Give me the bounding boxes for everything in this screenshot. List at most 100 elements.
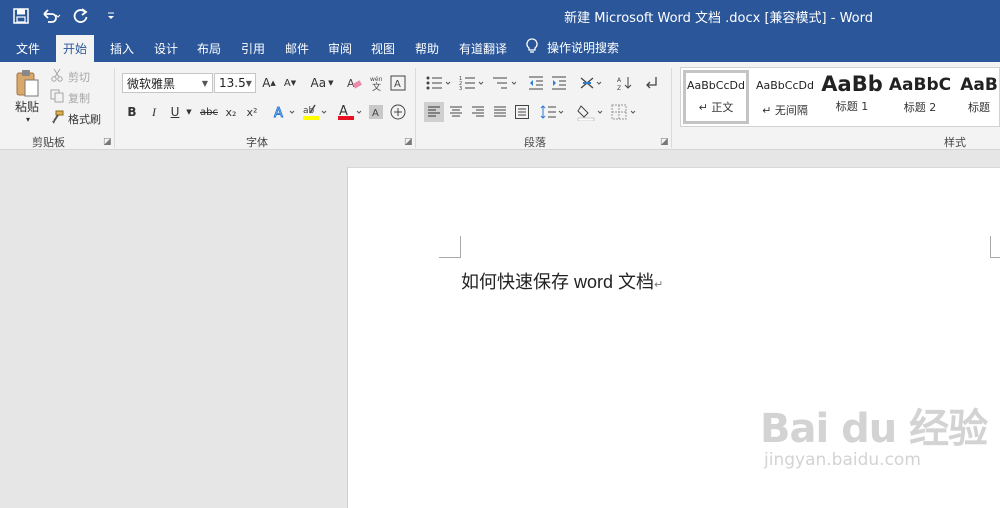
svg-text:3: 3 [459,86,462,91]
document-text-content: 如何快速保存 word 文档 [461,272,655,292]
increase-indent-icon[interactable] [550,73,568,93]
chevron-down-icon: ▼ [201,78,208,88]
document-canvas: 如何快速保存 word 文档↵ Bai du 经验 jingyan.baidu.… [0,151,1000,508]
copy-icon [50,89,64,106]
tell-me-label: 操作说明搜索 [547,41,620,55]
paste-dropdown-icon[interactable]: ▾ [20,114,36,124]
copy-button[interactable]: 复制 [50,89,90,106]
enclose-characters-icon[interactable] [389,103,407,121]
align-right-icon[interactable] [468,102,488,122]
bold-button[interactable]: B [124,103,140,121]
styles-gallery: AaBbCcDd ↵ 正文 AaBbCcDd ↵ 无间隔 AaBb 标题 1 A… [680,67,1000,127]
style-no-spacing[interactable]: AaBbCcDd ↵ 无间隔 [753,70,817,124]
lightbulb-icon [525,38,539,57]
copy-label: 复制 [68,91,90,105]
style-name: 标题 2 [903,101,937,114]
font-name-combo[interactable]: 微软雅黑 ▼ [122,73,213,93]
underline-button[interactable]: U [167,103,183,121]
cut-button[interactable]: 剪切 [50,68,90,85]
strikethrough-button[interactable]: abc [198,103,220,121]
svg-text:文: 文 [372,81,381,91]
subscript-button[interactable]: x₂ [222,103,240,121]
tab-view[interactable]: 视图 [364,35,402,62]
show-paragraph-marks-icon[interactable] [643,73,661,93]
line-spacing-icon[interactable] [539,102,567,122]
clipboard-launcher-icon[interactable]: ◪ [103,137,112,147]
tab-help[interactable]: 帮助 [408,35,446,62]
superscript-button[interactable]: x² [243,103,261,121]
style-title[interactable]: AaB 标题 [957,70,1000,124]
style-heading-2[interactable]: AaBbC 标题 2 [888,70,952,124]
character-shading-icon[interactable]: A [367,103,385,121]
chevron-down-icon: ▼ [245,78,252,88]
multilevel-list-icon[interactable] [491,73,521,93]
change-case-button[interactable]: Aa ▼ [308,74,336,92]
font-name-value: 微软雅黑 [127,76,176,91]
shading-icon[interactable] [576,102,606,122]
align-left-icon[interactable] [424,102,444,122]
sort-icon[interactable]: AZ [616,73,634,93]
paragraph-mark: ↵ [654,279,664,291]
svg-text:wén: wén [370,76,383,83]
tab-review[interactable]: 审阅 [321,35,359,62]
ribbon-tabs: 文件 开始 插入 设计 布局 引用 邮件 审阅 视图 帮助 有道翻译 操作说明搜… [0,32,1000,62]
style-normal[interactable]: AaBbCcDd ↵ 正文 [683,70,749,124]
chinese-layout-icon[interactable] [578,73,606,93]
svg-text:A: A [372,108,379,119]
underline-dropdown-icon[interactable]: ▼ [184,103,194,121]
style-name: 标题 1 [835,100,869,113]
decrease-indent-icon[interactable] [527,73,545,93]
grow-font-button[interactable]: A ▲ [261,74,277,92]
margin-corner-mark [990,236,1000,258]
style-name: ↵ 无间隔 [762,104,808,117]
title-bar: 新建 Microsoft Word 文档 .docx [兼容模式] - Word [0,0,1000,32]
tab-design[interactable]: 设计 [147,35,185,62]
save-icon[interactable] [10,5,32,27]
undo-icon[interactable] [40,5,62,27]
group-divider [415,68,416,148]
format-painter-label: 格式刷 [68,112,101,126]
justify-icon[interactable] [490,102,510,122]
tab-file[interactable]: 文件 [9,35,47,62]
borders-icon[interactable] [610,102,640,122]
tab-youdao-translate[interactable]: 有道翻译 [452,35,514,62]
tab-layout[interactable]: 布局 [190,35,228,62]
style-name: 标题 [968,101,990,114]
style-name: ↵ 正文 [698,101,734,114]
paragraph-group-label: 段落 [524,136,546,149]
tab-insert[interactable]: 插入 [103,35,141,62]
distributed-icon[interactable] [512,102,532,122]
font-color-icon[interactable]: A [335,103,365,121]
svg-text:A: A [617,77,622,84]
bullets-icon[interactable] [425,73,455,93]
paragraph-launcher-icon[interactable]: ◪ [660,137,669,147]
font-size-combo[interactable]: 13.5 ▼ [214,73,256,93]
document-text[interactable]: 如何快速保存 word 文档↵ [461,268,663,294]
quick-access-toolbar [10,5,122,27]
shrink-font-button[interactable]: A ▼ [282,74,298,92]
align-center-icon[interactable] [446,102,466,122]
tab-home[interactable]: 开始 [56,35,95,62]
style-heading-1[interactable]: AaBb 标题 1 [821,70,883,124]
numbering-icon[interactable]: 123 [458,73,488,93]
highlight-color-icon[interactable]: ab [300,103,330,121]
tab-references[interactable]: 引用 [234,35,272,62]
paintbrush-icon [50,110,64,127]
customize-qat-icon[interactable] [100,5,122,27]
font-launcher-icon[interactable]: ◪ [404,137,413,147]
font-group-label: 字体 [246,136,268,149]
clipboard-group-label: 剪贴板 [32,136,65,149]
style-sample: AaB [960,75,998,95]
paste-button[interactable]: 粘贴 [10,98,44,114]
redo-icon[interactable] [70,5,92,27]
style-sample: AaBbC [888,75,952,95]
ribbon-home: 粘贴 ▾ 剪切 复制 格式刷 剪贴板 ◪ 微软雅黑 ▼ 13.5 ▼ A ▲ A ▼… [0,62,1000,150]
text-effects-icon[interactable]: A [272,103,298,121]
clear-formatting-icon[interactable]: A [344,74,364,92]
phonetic-guide-icon[interactable]: wén 文 [367,74,387,92]
tell-me-search[interactable]: 操作说明搜索 [525,38,619,57]
format-painter-button[interactable]: 格式刷 [50,110,101,127]
italic-button[interactable]: I [146,103,162,121]
character-border-icon[interactable]: A [389,74,407,92]
tab-mailings[interactable]: 邮件 [278,35,316,62]
